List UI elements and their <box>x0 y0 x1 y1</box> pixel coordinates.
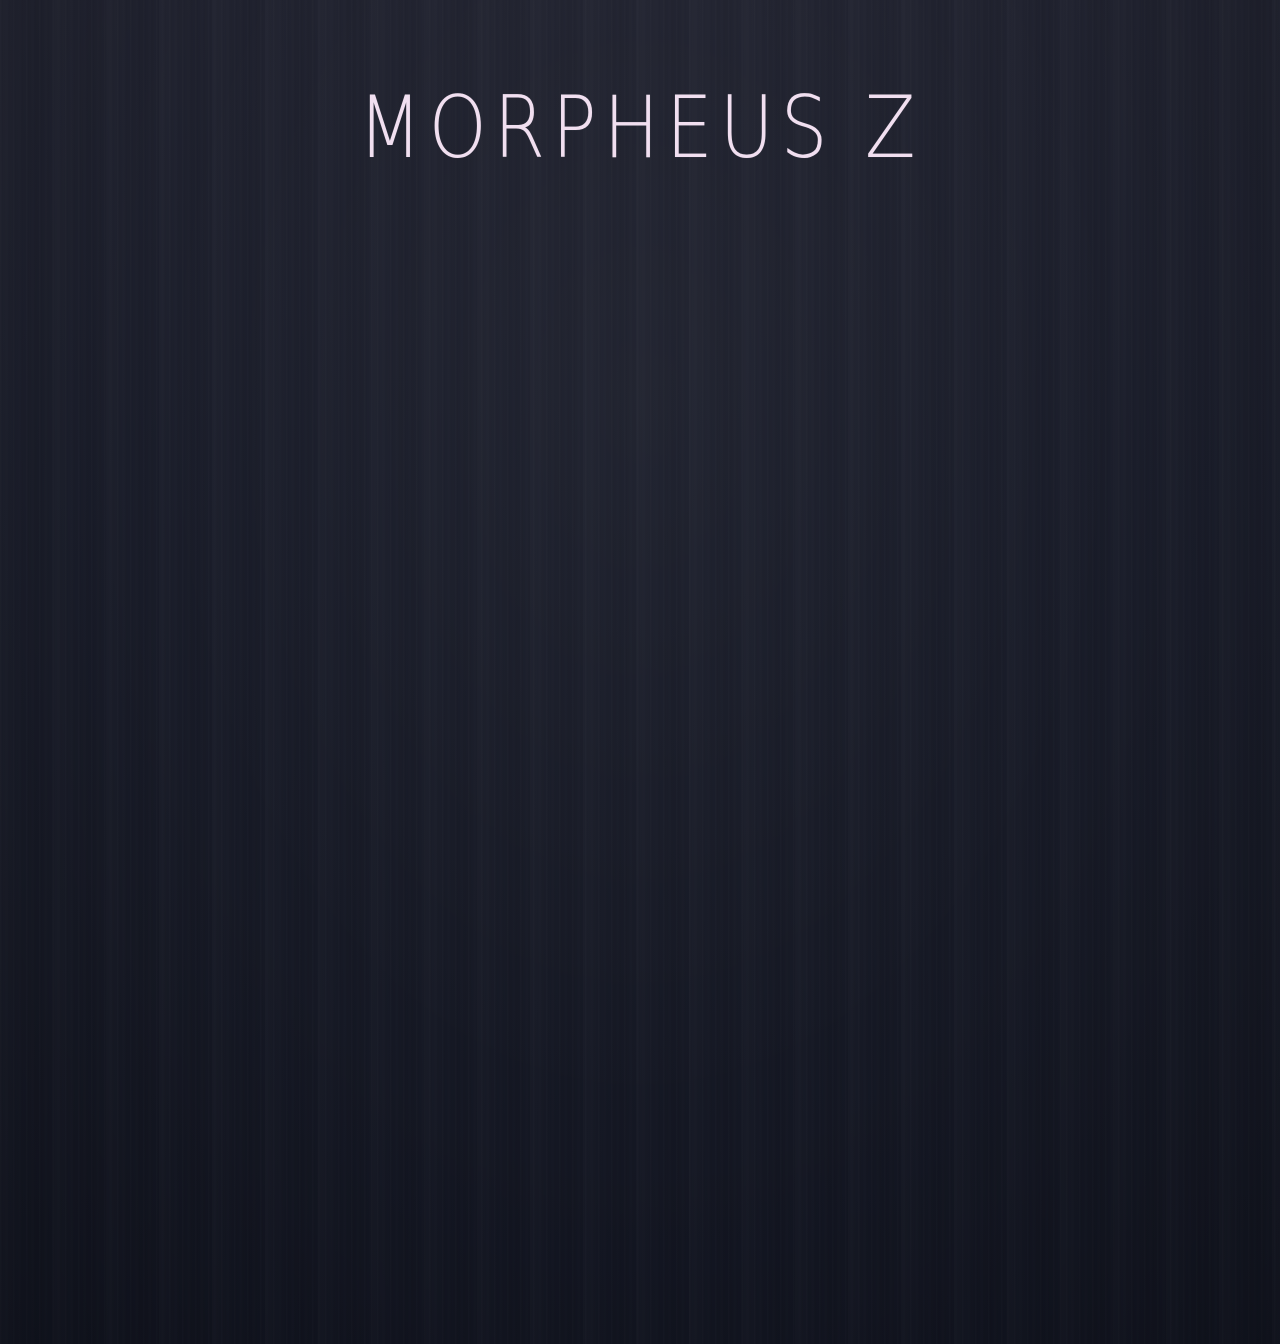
background-texture <box>0 0 1280 1344</box>
logo-text: MORPHEUS Z <box>357 78 923 178</box>
header-logo: MORPHEUS Z <box>0 78 1280 178</box>
